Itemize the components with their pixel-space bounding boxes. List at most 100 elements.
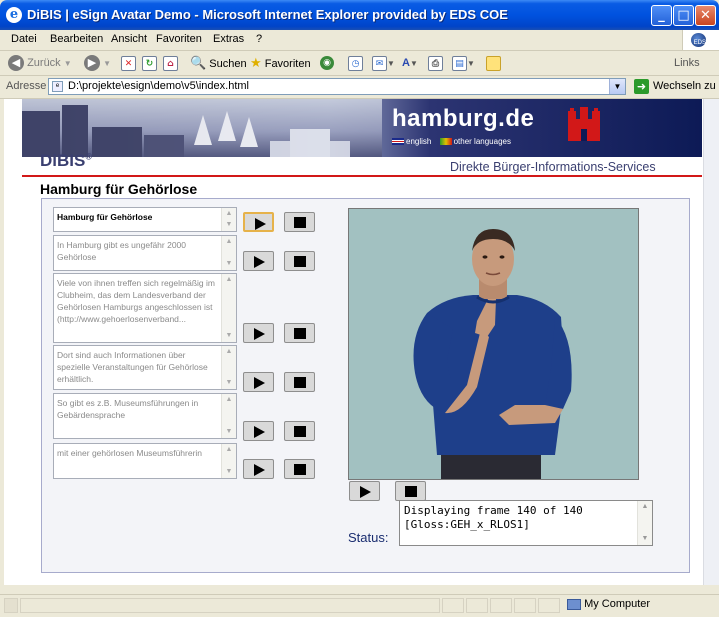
sentence-text: Hamburg für Gehörlose: [57, 212, 153, 222]
sentence-box-6[interactable]: mit einer gehörlosen Museumsführerin ▲ ▼: [53, 443, 237, 479]
edit-dropdown-icon[interactable]: ▼: [410, 59, 418, 68]
search-button[interactable]: 🔍 Suchen: [190, 54, 247, 72]
mail-dropdown-icon[interactable]: ▼: [387, 59, 395, 68]
back-button[interactable]: ◀ Zurück ▼: [8, 54, 72, 72]
history-button[interactable]: ◷: [348, 54, 363, 72]
sentence-scrollbar[interactable]: ▲ ▼: [221, 394, 236, 438]
media-button[interactable]: ◉: [320, 54, 334, 72]
sailboat: [240, 117, 258, 147]
links-label[interactable]: Links: [674, 57, 700, 69]
close-button[interactable]: ✕: [695, 5, 716, 26]
mail-button[interactable]: ✉ ▼: [372, 54, 395, 72]
window-icon: ▤: [452, 55, 467, 71]
menu-bearbeiten[interactable]: Bearbeiten: [50, 33, 103, 45]
sentence-box-1[interactable]: Hamburg für Gehörlose ▲ ▼: [53, 207, 237, 232]
stop-nav-button[interactable]: ✕: [121, 54, 136, 72]
sentence-scrollbar[interactable]: ▲ ▼: [221, 444, 236, 478]
stop-sentence-2-button[interactable]: [284, 251, 315, 271]
refresh-button[interactable]: ↻: [142, 54, 157, 72]
scroll-down-icon[interactable]: ▼: [224, 220, 234, 230]
scroll-up-icon[interactable]: ▲: [640, 502, 650, 512]
stop-icon: [294, 377, 306, 388]
sentence-box-5[interactable]: So gibt es z.B. Museumsführungen in Gebä…: [53, 393, 237, 439]
scroll-up-icon[interactable]: ▲: [224, 237, 234, 247]
forward-dropdown-icon[interactable]: ▼: [103, 59, 111, 68]
sentence-scrollbar[interactable]: ▲ ▼: [221, 274, 236, 342]
stop-sentence-1-button[interactable]: [284, 212, 315, 232]
zone-indicator: My Computer: [567, 598, 650, 610]
play-icon: [254, 464, 265, 476]
stop-all-button[interactable]: [395, 481, 426, 501]
scroll-up-icon[interactable]: ▲: [224, 395, 234, 405]
status-scrollbar[interactable]: ▲ ▼: [637, 501, 652, 545]
home-button[interactable]: ⌂: [163, 54, 178, 72]
scroll-up-icon[interactable]: ▲: [224, 347, 234, 357]
play-sentence-4-button[interactable]: [243, 372, 274, 392]
computer-icon: [567, 598, 581, 610]
sentence-box-3[interactable]: Viele von ihnen treffen sich regelmäßig …: [53, 273, 237, 343]
status-line-2: [Gloss:GEH_x_RLOS1]: [404, 518, 530, 531]
discuss-button[interactable]: ▤ ▼: [452, 54, 475, 72]
go-arrow-icon[interactable]: ➜: [634, 79, 649, 94]
title-bar[interactable]: e DiBIS | eSign Avatar Demo - Microsoft …: [0, 0, 719, 30]
play-all-button[interactable]: [349, 481, 380, 501]
menu-extras[interactable]: Extras: [213, 33, 244, 45]
sentence-scrollbar[interactable]: ▲ ▼: [221, 236, 236, 270]
browser-status-bar: My Computer: [0, 594, 719, 617]
play-sentence-6-button[interactable]: [243, 459, 274, 479]
address-input[interactable]: e D:\projekte\esign\demo\v5\index.html ▼: [48, 78, 626, 95]
status-segment: [442, 598, 464, 613]
scroll-down-icon[interactable]: ▼: [224, 378, 234, 388]
go-button[interactable]: Wechseln zu: [653, 80, 716, 92]
address-dropdown-icon[interactable]: ▼: [609, 79, 625, 94]
play-icon: [360, 486, 371, 498]
sentence-scrollbar[interactable]: ▲ ▼: [221, 208, 236, 231]
sentence-box-4[interactable]: Dort sind auch Informationen über spezie…: [53, 345, 237, 390]
play-sentence-3-button[interactable]: [243, 323, 274, 343]
status-textarea[interactable]: Displaying frame 140 of 140 [Gloss:GEH_x…: [399, 500, 653, 546]
scroll-down-icon[interactable]: ▼: [224, 467, 234, 477]
messenger-button[interactable]: [486, 54, 501, 72]
discuss-dropdown-icon[interactable]: ▼: [467, 59, 475, 68]
forward-arrow-icon: ▶: [84, 55, 100, 72]
sentence-box-2[interactable]: In Hamburg gibt es ungefähr 2000 Gehörlo…: [53, 235, 237, 271]
stop-sentence-4-button[interactable]: [284, 372, 315, 392]
scroll-down-icon[interactable]: ▼: [224, 331, 234, 341]
menu-help[interactable]: ?: [256, 33, 262, 45]
menu-datei[interactable]: Datei: [11, 33, 37, 45]
print-button[interactable]: ⎙: [428, 54, 443, 72]
text-size-icon: A: [402, 57, 410, 69]
page-scrollbar[interactable]: [703, 99, 719, 585]
minimize-button[interactable]: _: [651, 5, 672, 26]
play-sentence-2-button[interactable]: [243, 251, 274, 271]
status-label: Status:: [348, 530, 389, 545]
home-icon: ⌂: [163, 55, 178, 71]
stop-sentence-5-button[interactable]: [284, 421, 315, 441]
note-icon: [486, 55, 501, 71]
forward-button[interactable]: ▶ ▼: [84, 54, 111, 72]
dibis-logo: DiBIS®: [40, 151, 92, 171]
favorites-button[interactable]: ★ Favoriten: [250, 54, 311, 72]
edit-button[interactable]: A▼: [402, 54, 418, 72]
brand-logo[interactable]: hamburg.de: [392, 105, 534, 133]
scroll-down-icon[interactable]: ▼: [224, 259, 234, 269]
english-link[interactable]: english: [406, 137, 431, 146]
maximize-button[interactable]: □: [673, 5, 694, 26]
play-icon: [254, 256, 265, 268]
play-sentence-1-button[interactable]: [243, 212, 274, 232]
mail-icon: ✉: [372, 55, 387, 71]
menu-favoriten[interactable]: Favoriten: [156, 33, 202, 45]
scroll-up-icon[interactable]: ▲: [224, 275, 234, 285]
back-dropdown-icon[interactable]: ▼: [64, 59, 72, 68]
scroll-up-icon[interactable]: ▲: [224, 209, 234, 219]
sentence-scrollbar[interactable]: ▲ ▼: [221, 346, 236, 389]
stop-sentence-6-button[interactable]: [284, 459, 315, 479]
stop-sentence-3-button[interactable]: [284, 323, 315, 343]
scroll-down-icon[interactable]: ▼: [224, 427, 234, 437]
scroll-up-icon[interactable]: ▲: [224, 445, 234, 455]
other-languages-link[interactable]: other languages: [454, 137, 511, 146]
language-links: english other languages: [392, 137, 511, 146]
scroll-down-icon[interactable]: ▼: [640, 534, 650, 544]
play-sentence-5-button[interactable]: [243, 421, 274, 441]
menu-ansicht[interactable]: Ansicht: [111, 33, 147, 45]
